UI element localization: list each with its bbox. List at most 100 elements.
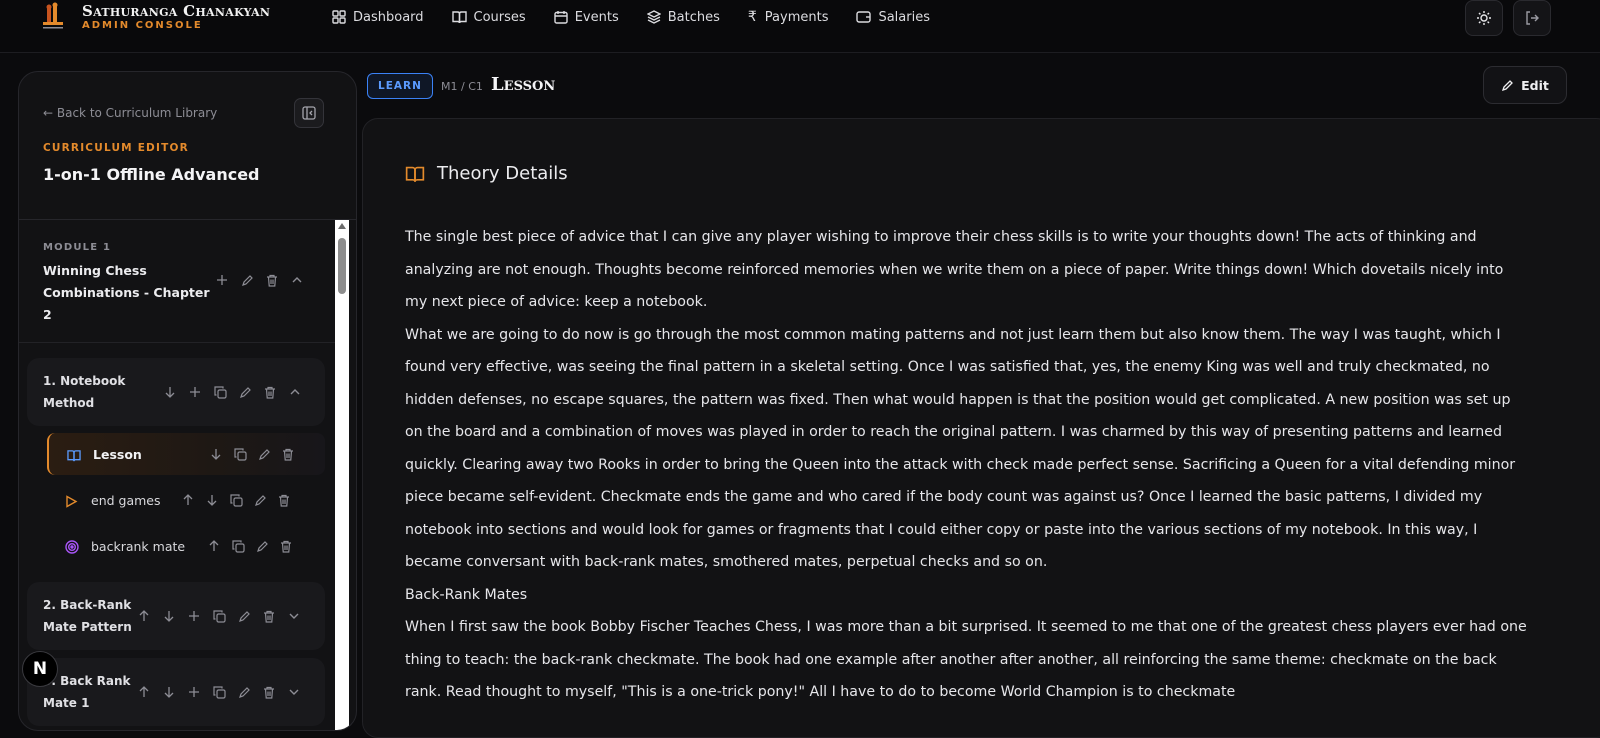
nav-payments[interactable]: ₹ Payments bbox=[748, 6, 829, 28]
chess-logo-icon bbox=[38, 2, 68, 32]
trash-icon[interactable] bbox=[279, 539, 293, 553]
copy-icon[interactable] bbox=[212, 609, 226, 623]
arrow-down-icon[interactable] bbox=[162, 609, 176, 623]
trash-icon[interactable] bbox=[277, 493, 291, 507]
trash-icon[interactable] bbox=[263, 385, 277, 399]
copy-icon[interactable] bbox=[212, 685, 226, 699]
chevron-down-icon[interactable] bbox=[287, 609, 301, 623]
lesson-item-backrank-mate[interactable]: backrank mate bbox=[47, 525, 325, 567]
copy-icon[interactable] bbox=[233, 447, 247, 461]
edit-button-label: Edit bbox=[1521, 77, 1549, 93]
module-actions bbox=[215, 273, 304, 287]
panel-collapse-icon bbox=[302, 106, 316, 120]
scroll-up-arrow-icon[interactable] bbox=[338, 223, 346, 229]
chapter-actions bbox=[137, 609, 301, 623]
chapter-actions bbox=[137, 685, 301, 699]
rupee-icon: ₹ bbox=[747, 9, 757, 25]
theme-toggle-button[interactable] bbox=[1465, 0, 1503, 36]
book-icon bbox=[451, 11, 467, 24]
trash-icon[interactable] bbox=[262, 609, 276, 623]
arrow-up-icon[interactable] bbox=[207, 539, 221, 553]
sun-icon bbox=[1477, 11, 1491, 25]
course-title: 1-on-1 Offline Advanced bbox=[43, 165, 260, 184]
arrow-down-icon[interactable] bbox=[162, 685, 176, 699]
nav-courses-label: Courses bbox=[473, 9, 526, 25]
trash-icon[interactable] bbox=[281, 447, 295, 461]
copy-icon[interactable] bbox=[213, 385, 227, 399]
nav-salaries-label: Salaries bbox=[878, 9, 930, 25]
add-icon[interactable] bbox=[187, 685, 201, 699]
theory-paragraph: When I first saw the book Bobby Fischer … bbox=[405, 619, 1527, 700]
arrow-down-icon[interactable] bbox=[209, 447, 223, 461]
module-tree[interactable]: MODULE 1 Winning Chess Combinations - Ch… bbox=[19, 220, 335, 730]
chapter-item[interactable]: 1. Notebook Method bbox=[27, 358, 325, 426]
scrollbar-thumb[interactable] bbox=[338, 238, 346, 294]
edit-icon[interactable] bbox=[238, 385, 252, 399]
module-title[interactable]: Winning Chess Combinations - Chapter 2 bbox=[43, 260, 213, 326]
chevron-up-icon[interactable] bbox=[290, 273, 304, 287]
theory-subheading: Back-Rank Mates bbox=[405, 586, 528, 603]
edit-icon[interactable] bbox=[255, 539, 269, 553]
arrow-up-icon[interactable] bbox=[137, 609, 151, 623]
copy-icon[interactable] bbox=[231, 539, 245, 553]
play-icon bbox=[65, 493, 78, 512]
brand[interactable]: Sathuranga Chanakyan ADMIN CONSOLE bbox=[38, 0, 270, 34]
trash-icon[interactable] bbox=[262, 685, 276, 699]
nav-batches-label: Batches bbox=[667, 9, 720, 25]
sidebar-scrollbar[interactable] bbox=[335, 220, 349, 730]
add-icon[interactable] bbox=[188, 385, 202, 399]
lesson-item-lesson[interactable]: Lesson bbox=[47, 433, 325, 475]
edit-icon[interactable] bbox=[240, 273, 254, 287]
brand-title: Sathuranga Chanakyan bbox=[82, 1, 271, 20]
wallet-icon bbox=[856, 11, 872, 23]
lesson-actions bbox=[181, 493, 291, 507]
trash-icon[interactable] bbox=[265, 273, 279, 287]
logout-button[interactable] bbox=[1513, 0, 1551, 36]
calendar-icon bbox=[554, 11, 568, 24]
edit-icon[interactable] bbox=[253, 493, 267, 507]
arrow-down-icon[interactable] bbox=[163, 385, 177, 399]
edit-icon[interactable] bbox=[237, 685, 251, 699]
copy-icon[interactable] bbox=[229, 493, 243, 507]
target-icon bbox=[65, 539, 79, 558]
nav-dashboard[interactable]: Dashboard bbox=[332, 6, 424, 28]
arrow-up-icon[interactable] bbox=[181, 493, 195, 507]
arrow-down-icon[interactable] bbox=[205, 493, 219, 507]
pencil-icon bbox=[1502, 79, 1514, 91]
nav-batches[interactable]: Batches bbox=[646, 6, 720, 28]
add-icon[interactable] bbox=[215, 273, 229, 287]
nav-dashboard-label: Dashboard bbox=[353, 9, 424, 25]
theory-title: Theory Details bbox=[437, 163, 568, 184]
theory-header: Theory Details bbox=[405, 163, 568, 184]
breadcrumb: M1 / C1 bbox=[441, 80, 483, 93]
chevron-up-icon[interactable] bbox=[288, 385, 302, 399]
back-to-library-link[interactable]: ← Back to Curriculum Library bbox=[43, 106, 217, 120]
edit-icon[interactable] bbox=[237, 609, 251, 623]
add-icon[interactable] bbox=[187, 609, 201, 623]
collapse-sidebar-button[interactable] bbox=[294, 98, 324, 128]
edit-icon[interactable] bbox=[257, 447, 271, 461]
nav-payments-label: Payments bbox=[764, 9, 829, 25]
lesson-item-end-games[interactable]: end games bbox=[47, 479, 325, 521]
lesson-label: backrank mate bbox=[91, 538, 186, 554]
chapter-item[interactable]: 2. Back-Rank Mate Pattern bbox=[27, 582, 325, 650]
nav-salaries[interactable]: Salaries bbox=[856, 6, 930, 28]
grid-icon bbox=[332, 10, 346, 24]
layers-icon bbox=[646, 10, 661, 24]
chevron-down-icon[interactable] bbox=[287, 685, 301, 699]
theory-card: Theory Details The single best piece of … bbox=[362, 118, 1600, 738]
arrow-up-icon[interactable] bbox=[137, 685, 151, 699]
n-avatar-badge[interactable]: N bbox=[22, 651, 58, 687]
edit-button[interactable]: Edit bbox=[1483, 66, 1567, 104]
lesson-label: end games bbox=[91, 492, 161, 508]
chapter-title: 1. Notebook Method bbox=[43, 374, 126, 410]
lesson-actions bbox=[209, 447, 295, 461]
page-title: Lesson bbox=[491, 74, 556, 95]
nav-events[interactable]: Events bbox=[554, 6, 619, 28]
nav-courses[interactable]: Courses bbox=[451, 6, 526, 28]
book-icon bbox=[405, 166, 425, 182]
theory-body: The single best piece of advice that I c… bbox=[405, 221, 1530, 709]
logout-icon bbox=[1526, 11, 1539, 25]
lesson-label: Lesson bbox=[93, 446, 142, 462]
brand-subtitle: ADMIN CONSOLE bbox=[82, 19, 203, 31]
